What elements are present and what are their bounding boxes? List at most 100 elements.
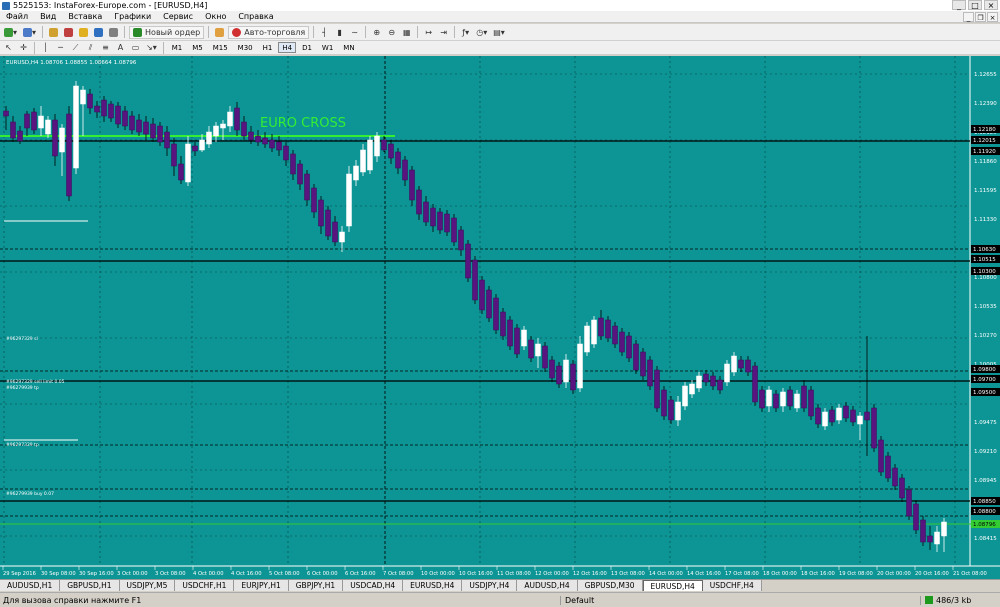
chart-tab[interactable]: EURJPY,H1 <box>234 580 289 591</box>
mdi-restore-icon[interactable]: ❐ <box>975 12 986 22</box>
time-axis-label: 18 Oct 00:00 <box>763 571 797 577</box>
horizontal-line-icon[interactable]: ─ <box>54 41 67 54</box>
crosshair-icon[interactable]: ✛ <box>17 41 30 54</box>
chart-tab[interactable]: USDCAD,H4 <box>343 580 404 591</box>
chart-tab[interactable]: EURUSD,H4 <box>403 580 463 591</box>
candle-body <box>136 119 142 133</box>
menu-view[interactable]: Вид <box>34 12 62 21</box>
terminal-icon[interactable] <box>92 26 105 39</box>
chart-tab[interactable]: GBPUSD,M30 <box>577 580 643 591</box>
candle-body <box>535 343 541 357</box>
title-bar: 5525153: InstaForex-Europe.com - [EURUSD… <box>0 0 1000 11</box>
navigator-icon[interactable] <box>77 26 90 39</box>
candle-body <box>479 279 485 311</box>
standard-toolbar: ▾ ▾ Новый ордер Авто-торговля ┤ ▮ ∼ ⊕ ⊖ … <box>0 24 1000 41</box>
vertical-line-icon[interactable]: │ <box>39 41 52 54</box>
timeframe-h1[interactable]: H1 <box>259 42 277 53</box>
auto-trading-button[interactable]: Авто-торговля <box>228 25 310 39</box>
new-order-button[interactable]: Новый ордер <box>129 25 205 39</box>
candle-body <box>24 113 30 129</box>
chart-tab[interactable]: USDCHF,H1 <box>175 580 235 591</box>
market-watch-icon[interactable] <box>47 26 60 39</box>
chart-tab[interactable]: GBPJPY,H1 <box>288 580 344 591</box>
tile-windows-icon[interactable]: ▦ <box>400 26 413 39</box>
close-icon[interactable]: × <box>984 0 998 10</box>
separator <box>417 26 419 38</box>
time-axis-label: 12 Oct 00:00 <box>535 571 569 577</box>
candle-body <box>185 143 191 183</box>
timeframe-w1[interactable]: W1 <box>318 42 337 53</box>
time-axis-label: 6 Oct 00:00 <box>307 571 338 577</box>
cursor-icon[interactable]: ↖ <box>2 41 15 54</box>
candle-body <box>437 211 443 231</box>
menu-window[interactable]: Окно <box>199 12 232 21</box>
timeframe-m30[interactable]: M30 <box>234 42 257 53</box>
indicators-icon[interactable]: ƒ▾ <box>459 26 472 39</box>
candle-body <box>920 519 926 543</box>
timeframe-m1[interactable]: M1 <box>168 42 187 53</box>
text-tool-icon[interactable]: A <box>114 41 127 54</box>
chart-tab[interactable]: AUDUSD,H1 <box>0 580 61 591</box>
price-chart[interactable]: EURUSD,H4 1.08706 1.08855 1.08664 1.0879… <box>0 56 1000 579</box>
mdi-minimize-icon[interactable]: _ <box>963 12 974 22</box>
chart-tab[interactable]: USDJPY,M5 <box>119 580 176 591</box>
candle-body <box>248 131 254 141</box>
channel-icon[interactable]: ⫽ <box>84 41 97 54</box>
menu-help[interactable]: Справка <box>232 12 279 21</box>
candle-body <box>934 531 940 545</box>
zoom-in-icon[interactable]: ⊕ <box>370 26 383 39</box>
chart-tab[interactable]: EURUSD,H4 <box>642 580 703 591</box>
chart-tab[interactable]: USDCHF,H4 <box>702 580 762 591</box>
price-marker-text: 1.09800 <box>973 367 996 373</box>
menu-file[interactable]: Файл <box>0 12 34 21</box>
time-axis-label: 20 Oct 16:00 <box>915 571 949 577</box>
label-tool-icon[interactable]: ▭ <box>129 41 142 54</box>
timeframe-m5[interactable]: M5 <box>188 42 207 53</box>
timeframe-mn[interactable]: MN <box>339 42 358 53</box>
zoom-out-icon[interactable]: ⊖ <box>385 26 398 39</box>
chart-window[interactable]: EURUSD,H4 1.08706 1.08855 1.08664 1.0879… <box>0 56 1000 607</box>
menu-tools[interactable]: Сервис <box>157 12 199 21</box>
maximize-icon[interactable]: □ <box>968 0 982 10</box>
mdi-close-icon[interactable]: × <box>987 12 998 22</box>
candle-body <box>731 355 737 373</box>
candle-body <box>829 409 835 423</box>
candle-body <box>304 173 310 201</box>
line-chart-icon[interactable]: ∼ <box>348 26 361 39</box>
trend-line-icon[interactable]: ⟋ <box>69 41 82 54</box>
time-axis-label: 6 Oct 16:00 <box>345 571 376 577</box>
candle-body <box>801 385 807 409</box>
candle-body <box>311 187 317 213</box>
fibonacci-icon[interactable]: ≡ <box>99 41 112 54</box>
menu-insert[interactable]: Вставка <box>62 12 108 21</box>
timeframe-h4[interactable]: H4 <box>278 42 297 53</box>
candle-body <box>619 331 625 353</box>
data-window-icon[interactable] <box>62 26 75 39</box>
new-chart-icon[interactable]: ▾ <box>2 26 19 39</box>
candle-body <box>640 351 646 377</box>
minimize-icon[interactable]: _ <box>952 0 966 10</box>
chart-tab[interactable]: USDJPY,H4 <box>462 580 518 591</box>
bar-chart-icon[interactable]: ┤ <box>318 26 331 39</box>
profiles-icon[interactable]: ▾ <box>21 26 38 39</box>
candlestick-icon[interactable]: ▮ <box>333 26 346 39</box>
auto-scroll-icon[interactable]: ↦ <box>422 26 435 39</box>
price-axis-label: 1.09210 <box>974 449 997 455</box>
price-marker-text: 1.12180 <box>973 127 996 133</box>
time-axis-label: 12 Oct 16:00 <box>573 571 607 577</box>
periods-icon[interactable]: ◷▾ <box>474 26 489 39</box>
timeframe-d1[interactable]: D1 <box>298 42 316 53</box>
chart-tab[interactable]: GBPUSD,H1 <box>60 580 120 591</box>
arrows-icon[interactable]: ↘▾ <box>144 41 159 54</box>
templates-icon[interactable]: ▤▾ <box>491 26 507 39</box>
chart-tab[interactable]: AUDUSD,H4 <box>517 580 578 591</box>
menu-bar: Файл Вид Вставка Графики Сервис Окно Спр… <box>0 11 1000 23</box>
candle-body <box>164 131 170 149</box>
menu-charts[interactable]: Графики <box>108 12 157 21</box>
timeframe-m15[interactable]: M15 <box>209 42 232 53</box>
candle-body <box>633 343 639 371</box>
chart-shift-icon[interactable]: ⇥ <box>437 26 450 39</box>
strategy-tester-icon[interactable] <box>107 26 120 39</box>
candle-body <box>724 363 730 383</box>
metaeditor-icon[interactable] <box>213 26 226 39</box>
